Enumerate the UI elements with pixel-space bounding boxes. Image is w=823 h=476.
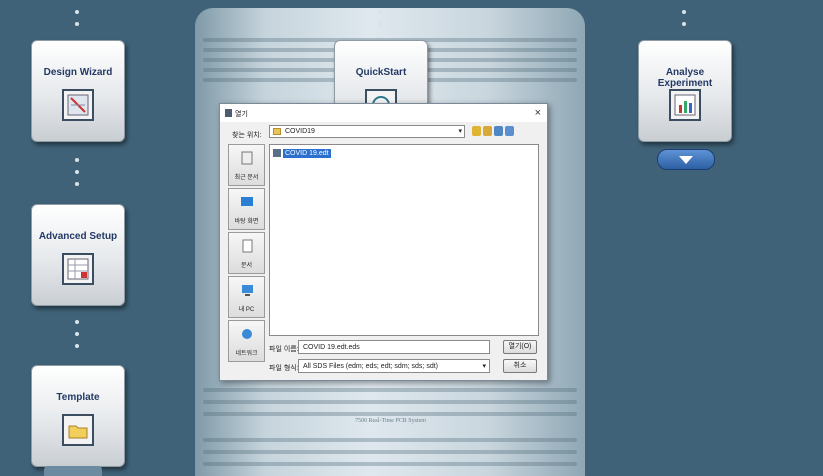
place-desktop[interactable]: 바탕 화면 [228,188,265,230]
place-label: 내 PC [238,307,255,313]
look-in-value: COVID19 [285,128,315,135]
place-recent[interactable]: 최근 문서 [228,144,265,186]
file-icon [273,149,281,157]
folder-icon [273,128,281,135]
look-in-label: 찾는 위치: [232,132,262,139]
template-tile[interactable]: Template [31,365,125,467]
analyse-experiment-label: Analyse Experiment [657,67,713,89]
dialog-app-icon [225,109,232,117]
expand-chevron-button[interactable] [657,149,715,170]
quickstart-label: QuickStart [355,67,407,78]
chevron-down-icon [679,155,693,164]
file-type-dropdown[interactable]: All SDS Files (edm; eds; edt; sdm; sds; … [298,359,490,373]
file-type-value: All SDS Files (edm; eds; edt; sdm; sds; … [303,363,438,370]
advanced-setup-label: Advanced Setup [38,231,118,242]
view-menu-icon[interactable] [505,126,514,136]
network-icon [242,329,252,339]
place-this-pc[interactable]: 내 PC [228,276,265,318]
dialog-title: 열기 [235,111,248,118]
look-in-dropdown[interactable]: COVID19 ▾ [269,125,465,138]
open-button[interactable]: 열기(O) [503,340,537,354]
file-list[interactable]: COVID 19.edt [269,144,539,336]
open-file-dialog: 열기 × 찾는 위치: COVID19 ▾ 최근 문서 바탕 화면 문서 내 P… [219,103,548,381]
bottom-tab[interactable] [44,466,102,476]
chevron-down-icon: ▾ [482,363,486,370]
place-label: 문서 [240,263,253,269]
file-name-label: 파일 이름: [269,346,299,353]
computer-icon [242,285,253,296]
place-label: 네트워크 [235,351,258,357]
places-bar: 최근 문서 바탕 화면 문서 내 PC 네트워크 [228,144,265,362]
place-network[interactable]: 네트워크 [228,320,265,362]
close-icon[interactable]: × [535,107,541,119]
design-wizard-tile[interactable]: Design Wizard [31,40,125,142]
back-icon[interactable] [472,126,481,136]
place-documents[interactable]: 문서 [228,232,265,274]
chevron-down-icon: ▾ [458,128,462,135]
instrument-label: 7500 Real-Time PCR System [355,418,426,424]
advanced-setup-icon [62,253,94,285]
file-name-field[interactable]: COVID 19.edt.eds [298,340,490,354]
up-folder-icon[interactable] [483,126,492,136]
analyse-experiment-tile[interactable]: Analyse Experiment [638,40,732,142]
design-wizard-icon [62,89,94,121]
design-wizard-label: Design Wizard [43,67,113,78]
place-label: 바탕 화면 [234,219,259,225]
dialog-titlebar: 열기 × [220,104,547,122]
place-label: 최근 문서 [234,175,259,181]
advanced-setup-tile[interactable]: Advanced Setup [31,204,125,306]
recent-documents-icon [241,151,253,165]
list-item[interactable]: COVID 19.edt [273,148,331,158]
folder-icon [62,414,94,446]
analyse-chart-icon [669,89,701,121]
desktop-icon [241,197,253,206]
template-label: Template [56,392,100,403]
file-type-label: 파일 형식: [269,365,299,372]
file-name: COVID 19.edt [283,148,331,158]
documents-icon [242,239,253,253]
cancel-button[interactable]: 취소 [503,359,537,373]
new-folder-icon[interactable] [494,126,503,136]
